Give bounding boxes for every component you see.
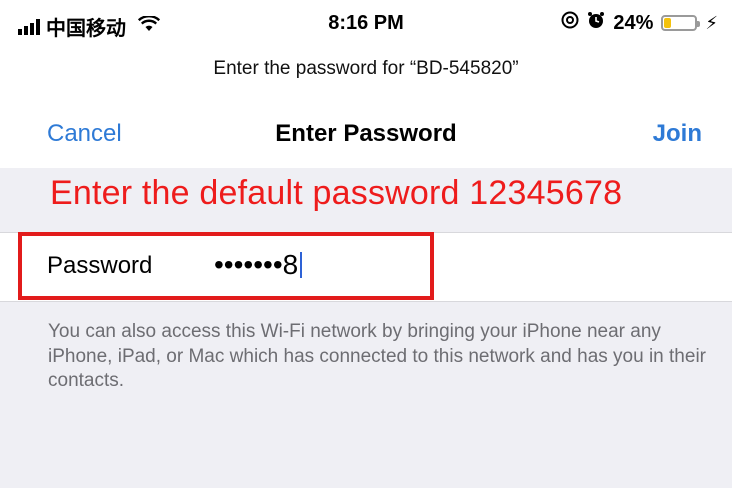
network-prompt: Enter the password for “BD-545820”	[213, 58, 519, 79]
nav-bar: Cancel Enter Password Join	[0, 108, 732, 160]
annotation-instruction: Enter the default password 12345678	[50, 174, 623, 212]
help-text: You can also access this Wi-Fi network b…	[48, 321, 706, 392]
battery-fill	[664, 18, 672, 28]
status-bar: 中国移动 8:16 PM 24% ⚡	[0, 0, 732, 50]
battery-icon	[661, 15, 701, 31]
annotation-highlight-box	[18, 232, 434, 300]
charging-bolt-icon: ⚡	[705, 12, 718, 33]
at-icon	[561, 11, 579, 35]
status-right: 24% ⚡	[561, 11, 718, 35]
battery-percent: 24%	[613, 11, 654, 34]
alarm-icon	[587, 11, 605, 35]
join-button[interactable]: Join	[653, 120, 702, 148]
page-title: Enter Password	[275, 120, 457, 147]
